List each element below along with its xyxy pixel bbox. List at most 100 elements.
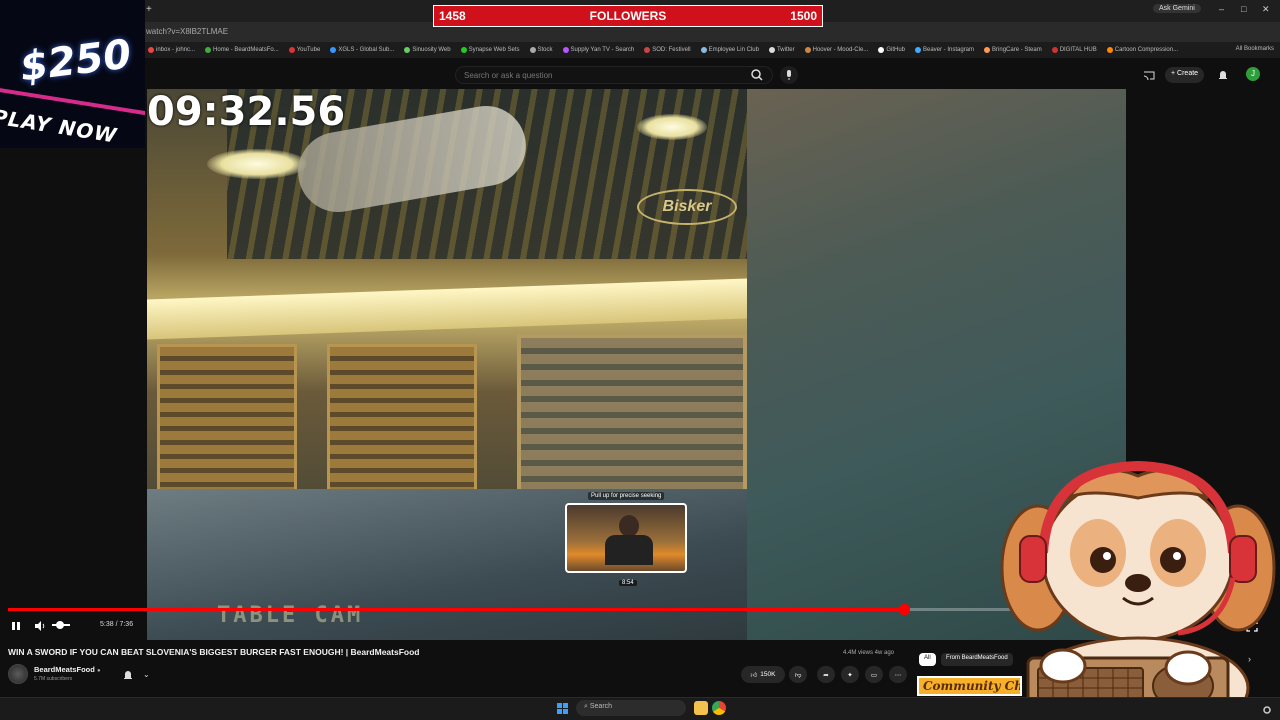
bookmark-item[interactable]: Stock — [529, 47, 553, 53]
seek-preview-time: 8:54 — [619, 580, 637, 586]
bookmark-item[interactable]: BringCare - Steam — [984, 47, 1042, 53]
followers-goal-bar: 1458 FOLLOWERS 1500 — [433, 5, 823, 27]
bookmark-label: DIGITAL HUB — [1059, 47, 1097, 53]
bookmark-item[interactable]: SOD: Festivell — [644, 47, 691, 53]
bookmark-item[interactable]: YouTube — [288, 47, 320, 53]
channel-avatar[interactable] — [8, 664, 28, 684]
chrome-icon[interactable] — [712, 701, 726, 715]
bookmark-favicon-icon — [878, 47, 885, 53]
share-icon[interactable]: ➦ — [817, 666, 835, 683]
bookmark-item[interactable]: Cartoon Compression... — [1106, 47, 1179, 53]
create-label: Create — [1177, 70, 1199, 77]
like-button[interactable]: 👍︎ 150K — [741, 666, 785, 683]
promo-cta: PLAY NOW — [0, 104, 119, 148]
chip-all[interactable]: All — [919, 653, 936, 666]
bookmark-favicon-icon — [529, 47, 536, 53]
like-icon: 👍︎ — [750, 671, 758, 679]
subscribe-bell-icon[interactable] — [122, 668, 134, 680]
more-icon[interactable]: ⋯ — [889, 666, 907, 683]
channel-name-text: BeardMeatsFood — [34, 665, 95, 674]
bookmark-favicon-icon — [644, 47, 651, 53]
new-tab-button[interactable]: + — [146, 4, 152, 15]
bookmark-label: Cartoon Compression... — [1114, 47, 1179, 53]
ask-gemini-button[interactable]: Ask Gemini — [1153, 4, 1201, 13]
bookmark-label: SOD: Festivell — [652, 47, 691, 53]
bookmark-favicon-icon — [460, 47, 467, 53]
minimize-button[interactable]: – — [1219, 4, 1224, 14]
gear-icon[interactable] — [1262, 702, 1272, 714]
bookmark-favicon-icon — [768, 47, 775, 53]
bookmark-item[interactable]: Hoover - Mood-Cle... — [804, 47, 869, 53]
bookmark-favicon-icon — [1106, 47, 1113, 53]
maximize-button[interactable]: □ — [1241, 4, 1246, 14]
volume-knob[interactable] — [56, 621, 64, 629]
bookmark-label: Synapse Web Sets — [468, 47, 520, 53]
bookmarks-bar: inbox - johnc... Home - BeardMeatsFo... Yo… — [145, 42, 1280, 58]
bookmark-item[interactable]: Beaver - Instagram — [915, 47, 974, 53]
bookmark-label: GitHub — [886, 47, 905, 53]
table — [517, 334, 747, 494]
bookmark-favicon-icon — [700, 47, 707, 53]
bell-icon[interactable] — [1217, 68, 1229, 80]
preview-person-body — [605, 535, 653, 565]
bookmark-favicon-icon — [804, 47, 811, 53]
create-button[interactable]: + Create — [1165, 67, 1205, 83]
bookmark-label: BringCare - Steam — [992, 47, 1042, 53]
bookmark-item[interactable]: Supply Yan TV - Search — [562, 47, 635, 53]
bookmark-favicon-icon — [404, 47, 411, 53]
bookmark-item[interactable]: inbox - johnc... — [148, 47, 195, 53]
bookmark-item[interactable]: Sinuosity Web — [404, 47, 451, 53]
bookmark-label: Supply Yan TV - Search — [570, 47, 635, 53]
promo-overlay: $250 PLAY NOW — [0, 0, 145, 148]
bookmark-item[interactable]: Home - BeardMeatsFo... — [205, 47, 279, 53]
bookmark-item[interactable]: XGLS - Global Sub... — [330, 47, 394, 53]
bookmark-item[interactable]: Employee Lin Club — [700, 47, 759, 53]
lamp — [207, 149, 307, 179]
search-input[interactable]: Search or ask a question — [455, 66, 773, 84]
close-window-button[interactable]: ✕ — [1262, 4, 1270, 15]
taskbar-search-label: Search — [589, 703, 613, 710]
cast-icon[interactable] — [1143, 68, 1155, 81]
bookmark-label: Beaver - Instagram — [923, 47, 975, 53]
dislike-icon[interactable]: 👎︎ — [789, 666, 807, 683]
restaurant-sign: Bisker — [637, 189, 737, 225]
address-text[interactable]: watch?v=X8lB2TLMAE — [146, 27, 228, 36]
all-bookmarks-button[interactable]: All Bookmarks — [1236, 46, 1274, 52]
bookmark-favicon-icon — [205, 47, 212, 53]
search-icon[interactable] — [748, 66, 766, 84]
taskbar-search[interactable]: ⌕ Search — [576, 700, 686, 716]
save-icon[interactable]: ▭ — [865, 666, 883, 683]
bookmark-label: Hoover - Mood-Cle... — [812, 47, 869, 53]
bookmark-favicon-icon — [1051, 47, 1058, 53]
video-title: WIN A SWORD IF YOU CAN BEAT SLOVENIA'S B… — [8, 647, 420, 657]
windows-icon[interactable] — [557, 703, 568, 714]
bookmark-label: XGLS - Global Sub... — [338, 47, 395, 53]
bookmark-favicon-icon — [915, 47, 921, 53]
seek-hint: Pull up for precise seeking — [588, 492, 665, 500]
channel-name[interactable]: BeardMeatsFood ● — [34, 665, 101, 674]
bookmark-item[interactable]: GitHub — [878, 47, 905, 53]
sparkle-icon[interactable]: ✦ — [841, 666, 859, 683]
pause-icon[interactable] — [10, 619, 22, 631]
bookmark-item[interactable]: Synapse Web Sets — [460, 47, 520, 53]
bookmark-favicon-icon — [984, 47, 991, 53]
followers-label: FOLLOWERS — [589, 9, 667, 23]
mic-icon[interactable] — [780, 66, 798, 84]
progress-fill — [8, 608, 904, 611]
like-count: 150K — [760, 671, 776, 678]
verified-icon: ● — [96, 668, 101, 674]
bookmark-item[interactable]: Twitter — [768, 47, 795, 53]
bookmark-item[interactable]: DIGITAL HUB — [1051, 47, 1097, 53]
preview-person-head — [619, 515, 639, 537]
volume-icon[interactable] — [34, 619, 46, 631]
chevron-down-icon[interactable]: ⌄ — [143, 670, 150, 679]
bookmark-favicon-icon — [330, 47, 337, 53]
bookmark-favicon-icon — [288, 47, 295, 53]
bookmark-label: Home - BeardMeatsFo... — [213, 47, 279, 53]
progress-scrubber[interactable] — [898, 604, 910, 615]
view-count: 4.4M views 4w ago — [843, 650, 895, 656]
seek-preview-thumbnail — [565, 503, 687, 573]
account-avatar[interactable]: J — [1246, 67, 1260, 81]
bar-stool — [157, 344, 297, 494]
folder-icon[interactable] — [694, 701, 708, 715]
